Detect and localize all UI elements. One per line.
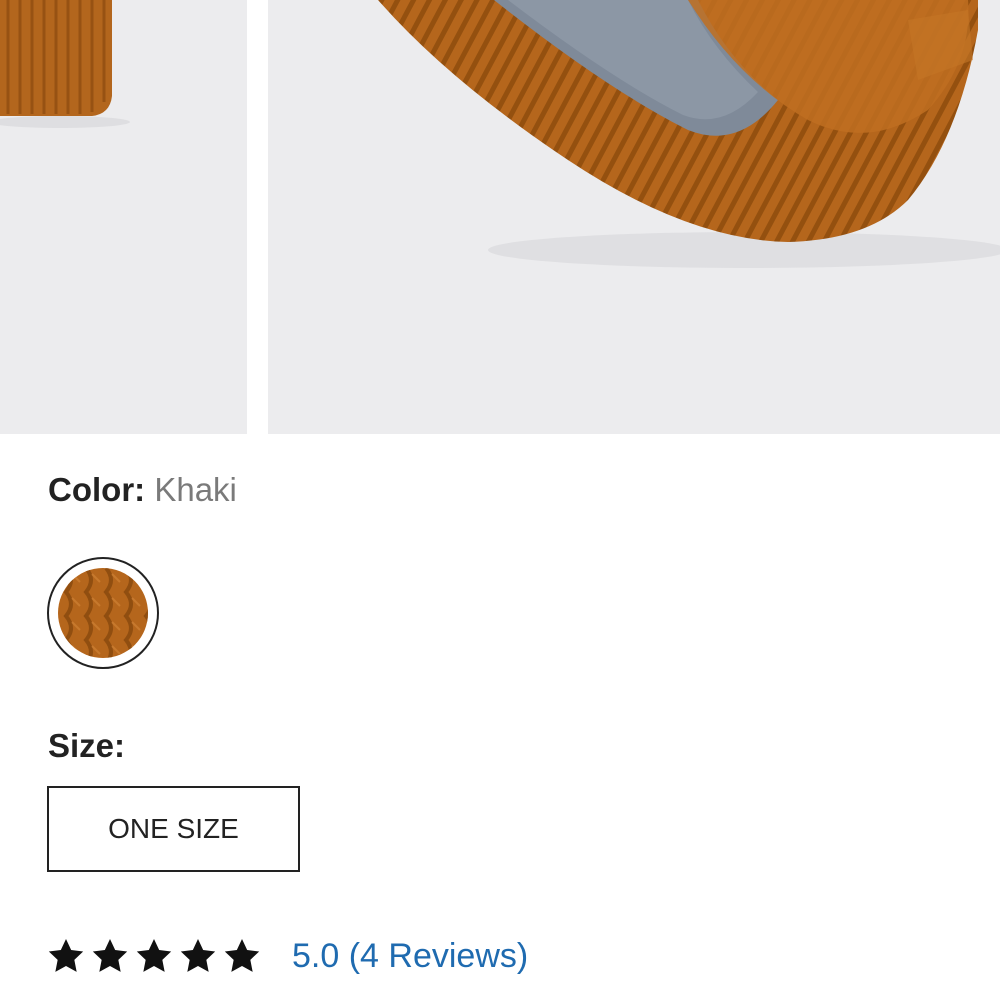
product-rating: 5.0 (4 Reviews) [46,934,528,978]
product-thumbnail-2[interactable] [268,0,1000,434]
hat-cuff-image [0,0,247,434]
knit-texture-swatch-image [58,568,148,658]
star-icon [178,936,218,976]
star-icon [222,936,262,976]
color-value: Khaki [154,471,237,508]
product-thumbnail-1[interactable] [0,0,247,434]
hat-lining-image [268,0,1000,434]
star-icon [90,936,130,976]
star-icon [46,936,86,976]
reviews-link[interactable]: 5.0 (4 Reviews) [292,937,528,976]
product-image-gallery [0,0,1000,434]
star-icon [134,936,174,976]
rating-stars [46,936,266,976]
color-label: Color: [48,471,146,508]
size-option-one-size[interactable]: ONE SIZE [47,786,300,872]
size-label: Size: [48,727,126,764]
color-selection-header: Color: Khaki [48,470,237,510]
color-swatch-khaki[interactable] [47,557,159,669]
